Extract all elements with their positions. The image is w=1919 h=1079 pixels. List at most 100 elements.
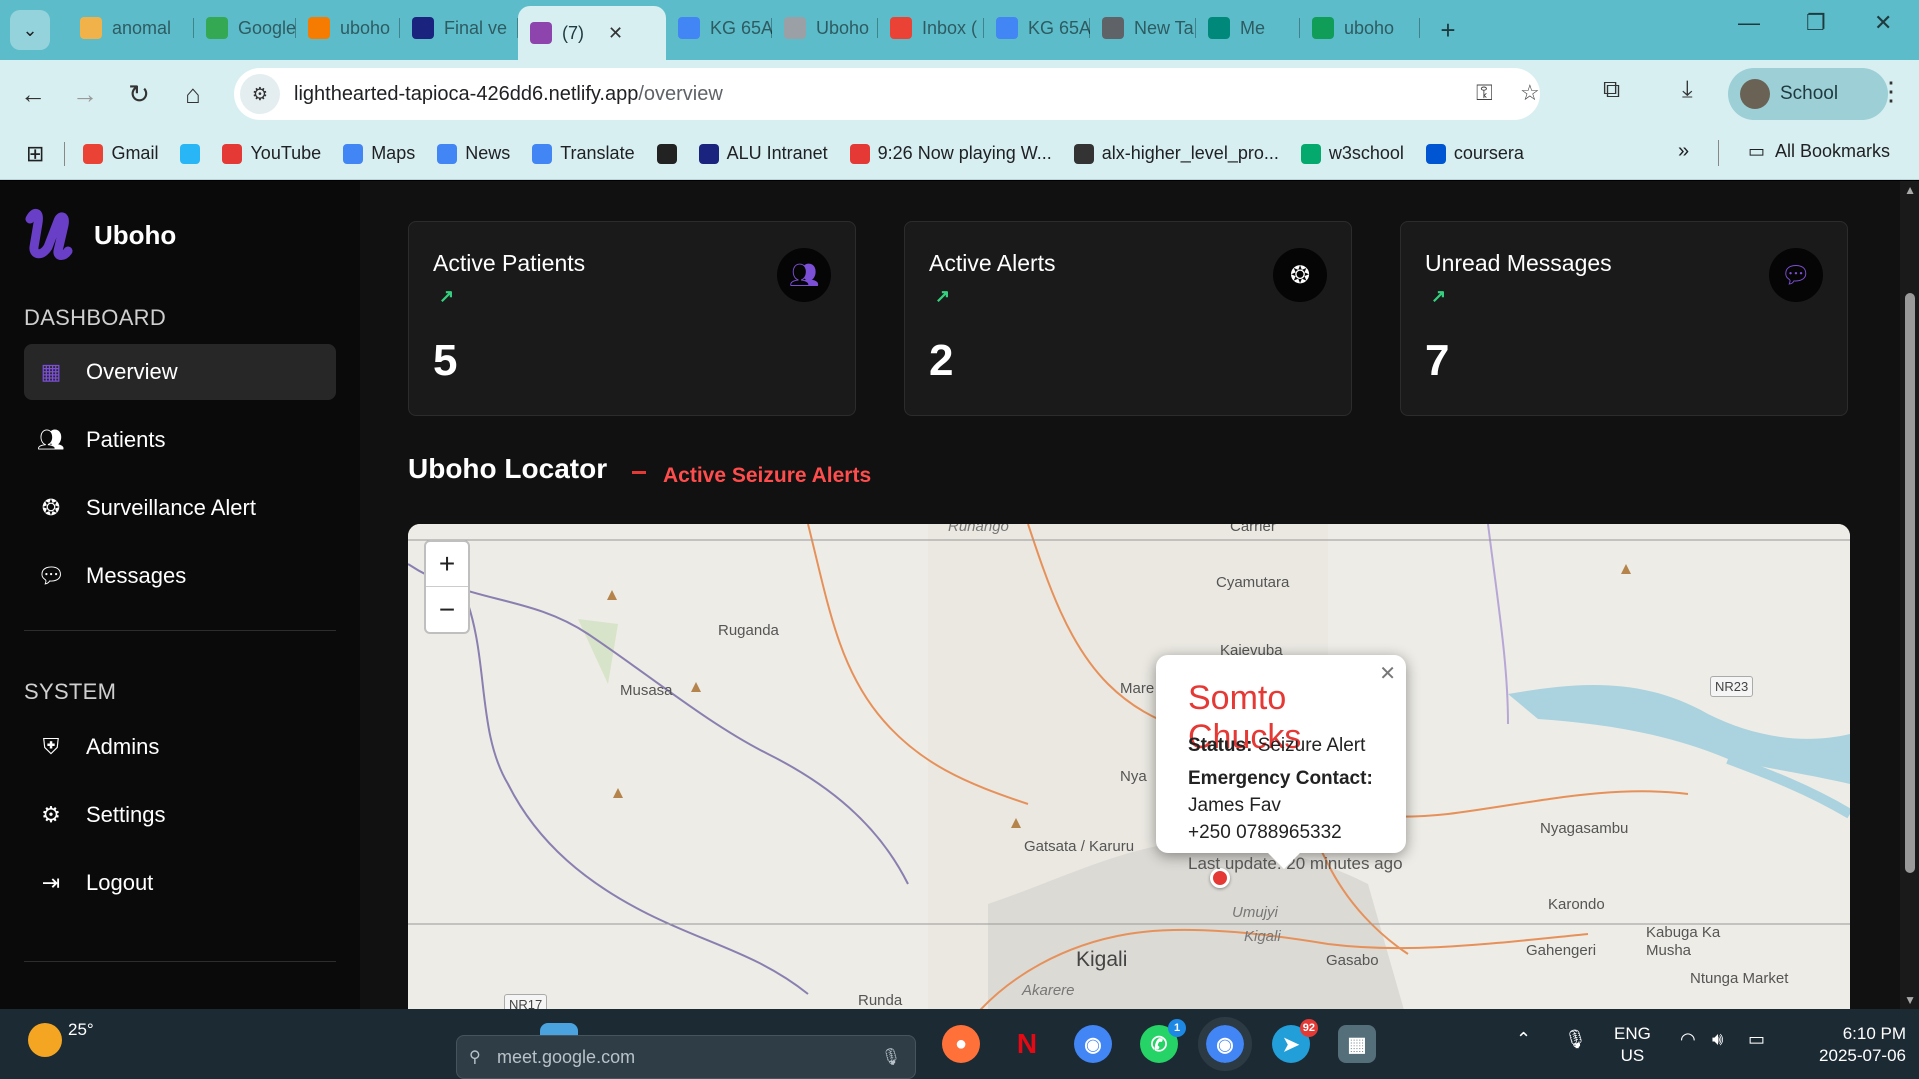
tab[interactable]: Google — [194, 6, 296, 50]
system-clock[interactable]: 6:10 PM 2025-07-06 — [1796, 1023, 1906, 1067]
bookmark-item[interactable]: News — [437, 143, 510, 164]
home-button[interactable]: ⌂ — [166, 67, 220, 121]
bookmark-item[interactable]: Translate — [532, 143, 635, 164]
microphone-icon[interactable]: 🎙︎ — [881, 1047, 901, 1067]
drive-icon — [1312, 17, 1334, 39]
close-window-button[interactable]: ✕ — [1874, 10, 1892, 36]
sidebar-item-patients[interactable]: 👥︎ Patients — [24, 412, 336, 468]
avatar — [1740, 79, 1770, 109]
close-tab-icon[interactable]: ✕ — [608, 23, 623, 44]
tab[interactable]: Final ve — [400, 6, 518, 50]
wifi-icon[interactable]: ◠ — [1680, 1029, 1696, 1050]
microphone-icon[interactable]: 🎙︎ — [1564, 1029, 1587, 1050]
battery-icon[interactable]: ▭ — [1748, 1029, 1765, 1050]
tab[interactable]: (7) ✕ — [518, 6, 666, 60]
bookmark-item[interactable]: Gmail — [83, 143, 158, 164]
scroll-down-icon[interactable]: ▼ — [1904, 993, 1916, 1007]
sidebar-item-admins[interactable]: ⛨ Admins — [24, 719, 336, 775]
tray-overflow-icon[interactable]: ⌃ — [1516, 1029, 1531, 1050]
tab[interactable]: Uboho — [772, 6, 878, 50]
password-key-icon[interactable]: ⚿ — [1476, 80, 1493, 106]
brand-logo[interactable]: Uboho — [24, 207, 176, 263]
bookmark-item[interactable]: coursera — [1425, 143, 1524, 164]
bookmark-item[interactable]: ALU Intranet — [698, 143, 828, 164]
globe-dark-icon — [656, 143, 677, 164]
popup-last-update: Last update: 20 minutes ago — [1188, 854, 1403, 873]
bookmark-item[interactable]: w3school — [1300, 143, 1404, 164]
zoom-in-button[interactable]: + — [426, 542, 468, 587]
road-shield-label: NR23 — [1710, 676, 1754, 697]
weather-widget[interactable]: 25° — [28, 1020, 94, 1057]
sidebar-item-logout[interactable]: ⇥ Logout — [24, 855, 336, 911]
sidebar-item-messages[interactable]: 💬︎ Messages — [24, 548, 336, 604]
all-bookmarks-button[interactable]: ▭ All Bookmarks — [1748, 141, 1890, 162]
sidebar-item-settings[interactable]: ⚙ Settings — [24, 787, 336, 843]
url-text: lighthearted-tapioca-426dd6.netlify.app/… — [294, 82, 723, 105]
map-place-label: Cyamutara — [1216, 574, 1290, 591]
bookmark-star-icon[interactable]: ☆ — [1520, 80, 1540, 106]
tab[interactable]: anomal — [68, 6, 194, 50]
restore-button[interactable]: ❐ — [1806, 10, 1826, 36]
extensions-icon[interactable]: ⧉ — [1603, 76, 1620, 104]
windows-taskbar: 25° ⊞ ⚲ meet.google.com 🎙︎ ● N ◉ ✆1 ◉ ➤9… — [0, 1009, 1919, 1079]
tab[interactable]: uboho — [1300, 6, 1420, 50]
sidebar-divider — [24, 961, 336, 962]
zoom-out-button[interactable]: − — [426, 587, 468, 632]
new-tab-button[interactable]: + — [1428, 15, 1468, 46]
map[interactable]: + − Carrier Cyamutara Ruganda Musasa Mare Nya… — [408, 524, 1850, 1009]
maps-icon — [343, 143, 364, 164]
address-bar[interactable]: ⚙ lighthearted-tapioca-426dd6.netlify.ap… — [234, 68, 1540, 120]
stat-card[interactable]: Active Patients ↗ 5 👥︎ — [408, 221, 856, 416]
map-place-label: Mare — [1120, 680, 1155, 697]
translate-icon — [532, 143, 553, 164]
bookmark-item[interactable] — [656, 143, 677, 164]
forward-button[interactable]: → — [58, 67, 112, 121]
sidebar-item-surveillance-alert[interactable]: ❂ Surveillance Alert — [24, 480, 336, 536]
more-menu-icon[interactable]: ⋮ — [1878, 76, 1904, 107]
bookmark-item[interactable]: alx-higher_level_pro... — [1073, 143, 1279, 164]
brand-name: Uboho — [94, 219, 177, 250]
page-scrollbar[interactable]: ▲ ▼ — [1900, 181, 1919, 1009]
bookmark-item[interactable]: 9:26 Now playing W... — [849, 143, 1052, 164]
language-indicator[interactable]: ENG US — [1614, 1023, 1651, 1067]
chrome-icon[interactable]: ◉ — [1074, 1025, 1112, 1063]
tab[interactable]: New Ta — [1090, 6, 1196, 50]
tab[interactable]: KG 65A — [666, 6, 772, 50]
sidebar-item-label: Settings — [86, 802, 166, 827]
scrollbar-thumb[interactable] — [1905, 293, 1915, 873]
bookmark-item[interactable] — [180, 143, 201, 164]
back-button[interactable]: ← — [6, 67, 60, 121]
apps-grid-icon[interactable]: ⊞ — [26, 141, 44, 167]
bookmark-item[interactable]: Maps — [343, 143, 415, 164]
tab[interactable]: KG 65A — [984, 6, 1090, 50]
bookmark-item[interactable]: YouTube — [222, 143, 321, 164]
minimize-button[interactable]: — — [1738, 10, 1760, 36]
tab[interactable]: uboho — [296, 6, 400, 50]
github-icon — [1073, 143, 1094, 164]
download-icon[interactable]: ⤓ — [1682, 76, 1693, 104]
taskbar-search[interactable]: ⚲ meet.google.com 🎙︎ — [456, 1035, 916, 1079]
tab[interactable]: Me — [1196, 6, 1300, 50]
notification-badge: 92 — [1299, 1019, 1318, 1037]
scroll-up-icon[interactable]: ▲ — [1904, 183, 1916, 197]
firefox-icon[interactable]: ● — [942, 1025, 980, 1063]
stat-card[interactable]: Unread Messages ↗ 7 💬︎ — [1400, 221, 1848, 416]
chrome-active-icon[interactable]: ◉ — [1198, 1017, 1252, 1071]
tab-label: KG 65A — [1028, 17, 1090, 38]
more-bookmarks-icon[interactable]: » — [1678, 140, 1689, 163]
stat-card[interactable]: Active Alerts ↗ 2 ❂ — [904, 221, 1352, 416]
reload-button[interactable]: ↻ — [112, 67, 166, 121]
telegram-icon[interactable]: ➤ 92 — [1272, 1019, 1318, 1063]
tab[interactable]: Inbox ( — [878, 6, 984, 50]
map-tiles — [408, 524, 1850, 1009]
gear-icon: ⚙ — [41, 802, 61, 827]
volume-icon[interactable]: 🔊︎ — [1712, 1029, 1723, 1050]
sidebar-item-overview[interactable]: ▦ Overview — [24, 344, 336, 400]
map-place-label: Kigali — [1244, 928, 1281, 945]
whatsapp-icon[interactable]: ✆ 1 — [1140, 1019, 1186, 1063]
profile-button[interactable]: School — [1728, 68, 1888, 120]
netflix-icon[interactable]: N — [1008, 1025, 1046, 1063]
tab-search-button[interactable]: ⌄ — [10, 10, 50, 50]
site-info-icon[interactable]: ⚙ — [240, 74, 280, 114]
calculator-icon[interactable]: ▦ — [1338, 1025, 1376, 1063]
